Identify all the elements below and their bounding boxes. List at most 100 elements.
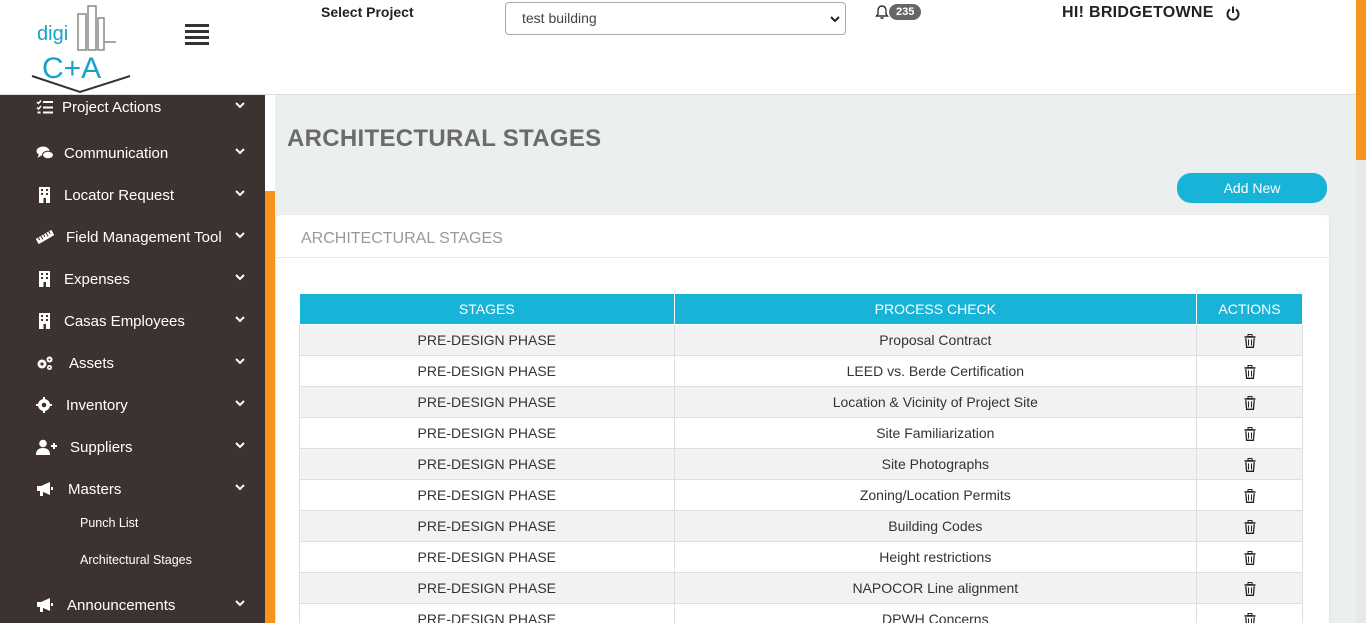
ruler-icon (36, 229, 54, 245)
column-header-process-check[interactable]: PROCESS CHECK (673, 293, 1198, 325)
trash-icon[interactable] (1244, 489, 1256, 504)
process-cell: Proposal Contract (673, 324, 1198, 356)
chevron-down-icon (235, 484, 245, 491)
scrollbar-thumb[interactable] (1356, 0, 1366, 160)
actions-cell (1196, 417, 1303, 449)
building-icon (39, 271, 50, 287)
chevron-down-icon (235, 442, 245, 449)
page-title: ARCHITECTURAL STAGES (287, 125, 602, 152)
stage-cell: PRE-DESIGN PHASE (299, 572, 675, 604)
table-row: PRE-DESIGN PHASE LEED vs. Berde Certifica… (299, 355, 1303, 387)
list-check-icon (36, 100, 53, 114)
sidebar-item-label: Locator Request (64, 187, 175, 204)
chevron-down-icon (235, 274, 245, 281)
trash-icon[interactable] (1244, 427, 1256, 442)
building-icon (39, 313, 50, 329)
sidebar-item-label: Assets (69, 355, 115, 372)
process-cell: NAPOCOR Line alignment (673, 572, 1198, 604)
sidebar-item-expenses[interactable]: Expenses (0, 263, 265, 297)
table-header-row: STAGES PROCESS CHECK ACTIONS (299, 293, 1303, 325)
sidebar-item-casas-employees[interactable]: Casas Employees (0, 305, 265, 339)
trash-icon[interactable] (1244, 551, 1256, 566)
sidebar-item-locator-request[interactable]: Locator Request (0, 179, 265, 213)
sidebar-item-label: Casas Employees (64, 313, 185, 330)
sidebar-item-label: Expenses (64, 271, 130, 288)
card-title: ARCHITECTURAL STAGES (301, 230, 503, 247)
trash-icon[interactable] (1244, 520, 1256, 535)
table-row: PRE-DESIGN PHASE Location & Vicinity of P… (299, 386, 1303, 418)
notification-badge[interactable]: 235 (889, 4, 922, 20)
actions-cell (1196, 572, 1303, 604)
table-row: PRE-DESIGN PHASE NAPOCOR Line alignment (299, 572, 1303, 604)
chevron-down-icon (830, 16, 840, 23)
stage-cell: PRE-DESIGN PHASE (299, 510, 675, 542)
process-cell: Location & Vicinity of Project Site (673, 386, 1198, 418)
sidebar-item-communication[interactable]: Communication (0, 137, 265, 171)
stage-cell: PRE-DESIGN PHASE (299, 324, 675, 356)
page-scrollbar[interactable] (1356, 0, 1366, 623)
power-icon[interactable] (1225, 5, 1241, 21)
menu-toggle-icon[interactable] (185, 24, 209, 46)
stage-cell: PRE-DESIGN PHASE (299, 448, 675, 480)
column-header-stages[interactable]: STAGES (299, 293, 675, 325)
project-select[interactable]: test building (505, 2, 846, 35)
actions-cell (1196, 324, 1303, 356)
trash-icon[interactable] (1244, 396, 1256, 411)
sidebar-item-inventory[interactable]: Inventory (0, 389, 265, 423)
chevron-down-icon (235, 148, 245, 155)
chevron-down-icon (235, 400, 245, 407)
process-cell: DPWH Concerns (673, 603, 1198, 623)
stages-table: STAGES PROCESS CHECK ACTIONS PRE-DESIGN … (299, 293, 1303, 623)
actions-cell (1196, 448, 1303, 480)
chevron-down-icon (235, 102, 245, 109)
process-cell: Height restrictions (673, 541, 1198, 573)
stage-cell: PRE-DESIGN PHASE (299, 417, 675, 449)
column-header-actions: ACTIONS (1196, 293, 1303, 325)
sidebar-subitem-punch-list[interactable]: Punch List (80, 516, 138, 530)
table-row: PRE-DESIGN PHASE Site Photographs (299, 448, 1303, 480)
digica-logo[interactable]: digi C+A (28, 2, 134, 94)
trash-icon[interactable] (1244, 582, 1256, 597)
actions-cell (1196, 479, 1303, 511)
table-row: PRE-DESIGN PHASE Proposal Contract (299, 324, 1303, 356)
sidebar-item-assets[interactable]: Assets (0, 347, 265, 381)
card-divider (276, 257, 1329, 258)
chevron-down-icon (235, 232, 245, 239)
chat-icon (36, 146, 54, 160)
sidebar-item-field-management-tool[interactable]: Field Management Tool (0, 221, 265, 255)
gear-icon (36, 397, 52, 413)
chevron-down-icon (235, 358, 245, 365)
stage-cell: PRE-DESIGN PHASE (299, 355, 675, 387)
sidebar-item-label: Field Management Tool (66, 229, 222, 246)
sidebar-item-label: Communication (64, 145, 169, 162)
megaphone-icon (37, 482, 53, 496)
user-greeting: HI! BRIDGETOWNE (1062, 4, 1214, 21)
trash-icon[interactable] (1244, 365, 1256, 380)
sidebar-item-suppliers[interactable]: Suppliers (0, 431, 265, 465)
stage-cell: PRE-DESIGN PHASE (299, 603, 675, 623)
sidebar-item-project-actions[interactable]: Project Actions (0, 95, 265, 129)
select-project-label: Select Project (321, 4, 414, 20)
trash-icon[interactable] (1244, 458, 1256, 473)
table-row: PRE-DESIGN PHASE Height restrictions (299, 541, 1303, 573)
stage-cell: PRE-DESIGN PHASE (299, 386, 675, 418)
sidebar-item-label: Masters (68, 481, 122, 498)
sidebar-item-masters[interactable]: Masters (0, 473, 265, 507)
bell-icon[interactable] (874, 4, 890, 20)
actions-cell (1196, 541, 1303, 573)
chevron-down-icon (235, 316, 245, 323)
trash-icon[interactable] (1244, 613, 1256, 623)
sidebar-subitem-architectural-stages[interactable]: Architectural Stages (80, 553, 192, 567)
top-header: digi C+A Select Project test building 23… (0, 0, 1366, 95)
stage-cell: PRE-DESIGN PHASE (299, 541, 675, 573)
building-icon (39, 187, 50, 203)
table-row: PRE-DESIGN PHASE Building Codes (299, 510, 1303, 542)
process-cell: Site Photographs (673, 448, 1198, 480)
trash-icon[interactable] (1244, 334, 1256, 349)
add-new-button[interactable]: Add New (1177, 173, 1327, 203)
sidebar-item-announcements[interactable]: Announcements (0, 589, 265, 623)
user-plus-icon (36, 439, 57, 455)
actions-cell (1196, 510, 1303, 542)
sidebar-item-label: Inventory (66, 397, 128, 414)
sidebar: Project Actions Communication Locator Re… (0, 95, 265, 623)
